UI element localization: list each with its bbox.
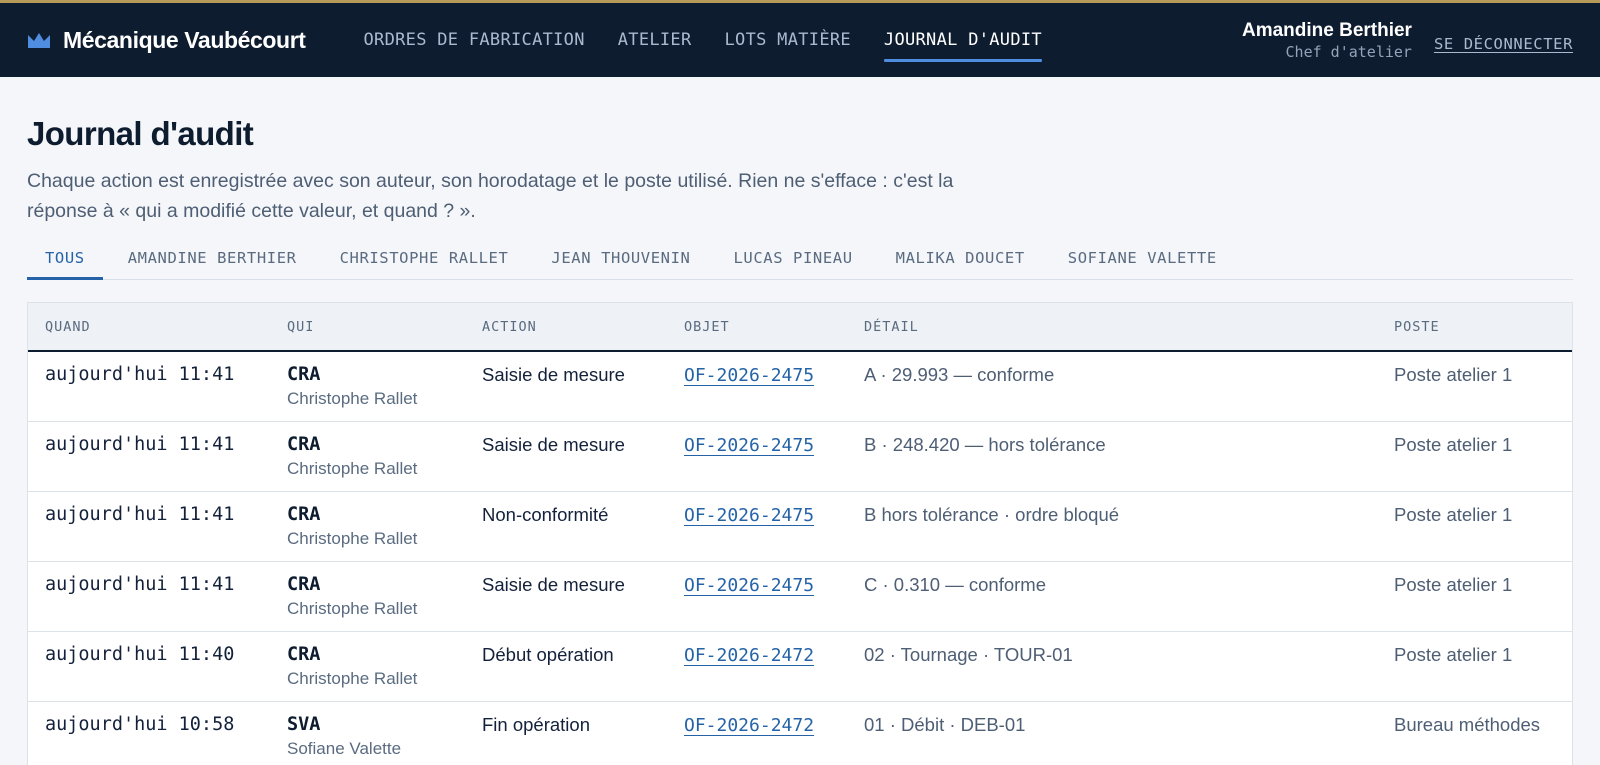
cell-action: Saisie de mesure — [465, 421, 667, 492]
tab-amandine-berthier[interactable]: AMANDINE BERTHIER — [110, 236, 315, 279]
nav-item-atelier[interactable]: ATELIER — [602, 3, 708, 77]
cell-object: OF-2026-2472 — [667, 631, 847, 702]
logout-link[interactable]: SE DÉCONNECTER — [1434, 35, 1573, 53]
cell-who: CRA Christophe Rallet — [270, 491, 465, 562]
object-link[interactable]: OF-2026-2475 — [684, 365, 814, 386]
tab-tous[interactable]: TOUS — [27, 236, 103, 280]
user-code: SVA — [287, 713, 321, 735]
col-header-post[interactable]: POSTE — [1377, 303, 1572, 352]
cell-detail: B hors tolérance · ordre bloqué — [847, 491, 1377, 562]
cell-detail: C · 0.310 — conforme — [847, 561, 1377, 632]
cell-who: CRA Christophe Rallet — [270, 631, 465, 702]
col-header-object[interactable]: OBJET — [667, 303, 847, 352]
col-header-who[interactable]: QUI — [270, 303, 465, 352]
nav-item-ordres-de-fabrication[interactable]: ORDRES DE FABRICATION — [348, 3, 601, 77]
cell-post: Bureau méthodes — [1394, 713, 1541, 735]
object-link[interactable]: OF-2026-2472 — [684, 715, 814, 736]
audit-table: QUAND QUI ACTION OBJET DÉTAIL POSTE aujo… — [28, 303, 1572, 765]
cell-post: Poste atelier 1 — [1377, 491, 1572, 562]
cell-action: Fin opération — [482, 713, 590, 735]
nav-item-journal-d-audit[interactable]: JOURNAL D'AUDIT — [868, 3, 1058, 77]
cell-who: SVA Sofiane Valette — [270, 701, 465, 765]
tab-malika-doucet[interactable]: MALIKA DOUCET — [878, 236, 1043, 279]
cell-when: aujourd'hui 11:40 — [28, 631, 270, 702]
cell-action: Non-conformité — [465, 491, 667, 562]
cell-who: CRA Christophe Rallet — [270, 561, 465, 632]
user-full-name: Christophe Rallet — [287, 598, 418, 618]
nav-item-lots-mati-re[interactable]: LOTS MATIÈRE — [709, 3, 867, 77]
cell-action: Début opération — [465, 631, 667, 702]
cell-action: Saisie de mesure — [465, 561, 667, 632]
user-full-name: Christophe Rallet — [287, 668, 418, 688]
cell-object: OF-2026-2475 — [667, 561, 847, 632]
cell-action: Saisie de mesure — [465, 351, 667, 422]
cell-post: Poste atelier 1 — [1377, 561, 1572, 632]
table-row: aujourd'hui 11:41 CRA Christophe Rallet Sai… — [28, 351, 1572, 422]
crown-icon — [27, 31, 51, 49]
table-row: aujourd'hui 11:40 CRA Christophe Rallet Déb… — [28, 631, 1572, 702]
cell-when: aujourd'hui 11:41 — [28, 421, 270, 492]
cell-object: OF-2026-2475 — [667, 421, 847, 492]
user-code: CRA — [287, 573, 321, 595]
user-area: Amandine Berthier Chef d'atelier SE DÉCO… — [1242, 3, 1573, 77]
top-navbar: Mécanique Vaubécourt ORDRES DE FABRICATI… — [0, 0, 1600, 77]
cell-post: Poste atelier 1 — [1377, 631, 1572, 702]
audit-table-container: QUAND QUI ACTION OBJET DÉTAIL POSTE aujo… — [27, 302, 1573, 765]
table-header-row: QUAND QUI ACTION OBJET DÉTAIL POSTE — [28, 303, 1572, 352]
user-info: Amandine Berthier Chef d'atelier — [1242, 20, 1412, 61]
cell-who: CRA Christophe Rallet — [270, 421, 465, 492]
user-full-name: Sofiane Valette — [287, 738, 402, 758]
user-code: CRA — [287, 364, 321, 385]
table-row: aujourd'hui 10:58 SVA Sofiane Valette Fin o… — [28, 701, 1572, 765]
user-full-name: Christophe Rallet — [287, 528, 418, 548]
main-content: Journal d'audit Chaque action est enregi… — [0, 77, 1600, 765]
cell-post: Poste atelier 1 — [1377, 351, 1572, 422]
user-full-name: Christophe Rallet — [287, 389, 418, 408]
brand[interactable]: Mécanique Vaubécourt — [27, 27, 306, 54]
main-nav: ORDRES DE FABRICATION ATELIER LOTS MATIÈRE… — [348, 3, 1059, 77]
cell-detail: 01 · Débit · DEB-01 — [864, 713, 1026, 735]
cell-object: OF-2026-2472 — [667, 701, 847, 765]
table-row: aujourd'hui 11:41 CRA Christophe Rallet Non… — [28, 491, 1572, 562]
user-name: Amandine Berthier — [1241, 19, 1412, 41]
object-link[interactable]: OF-2026-2472 — [684, 645, 814, 666]
user-role: Chef d'atelier — [1285, 42, 1412, 61]
object-link[interactable]: OF-2026-2475 — [684, 505, 814, 526]
user-filter-tabs: TOUS AMANDINE BERTHIER CHRISTOPHE RALLET JE… — [27, 236, 1573, 280]
cell-detail: 02 · Tournage · TOUR-01 — [847, 631, 1377, 702]
page-description: Chaque action est enregistrée avec son a… — [27, 170, 954, 222]
tab-christophe-rallet[interactable]: CHRISTOPHE RALLET — [322, 236, 527, 279]
user-code: CRA — [287, 433, 321, 455]
cell-who: CRA Christophe Rallet — [270, 351, 465, 422]
col-header-action[interactable]: ACTION — [465, 303, 667, 352]
user-code: CRA — [287, 643, 321, 665]
tab-jean-thouvenin[interactable]: JEAN THOUVENIN — [533, 236, 708, 279]
col-header-detail[interactable]: DÉTAIL — [847, 303, 1377, 352]
cell-detail: B · 248.420 — hors tolérance — [847, 421, 1377, 492]
tab-lucas-pineau[interactable]: LUCAS PINEAU — [715, 236, 870, 279]
tab-sofiane-valette[interactable]: SOFIANE VALETTE — [1050, 236, 1235, 279]
table-row: aujourd'hui 11:41 CRA Christophe Rallet Sai… — [28, 421, 1572, 492]
cell-object: OF-2026-2475 — [667, 351, 847, 422]
cell-when: aujourd'hui 11:41 — [28, 351, 270, 422]
object-link[interactable]: OF-2026-2475 — [684, 435, 814, 456]
cell-when: aujourd'hui 11:41 — [28, 561, 270, 632]
col-header-when[interactable]: QUAND — [28, 303, 270, 352]
user-full-name: Christophe Rallet — [287, 458, 418, 478]
cell-object: OF-2026-2475 — [667, 491, 847, 562]
cell-when: aujourd'hui 11:41 — [28, 491, 270, 562]
cell-detail: A · 29.993 — conforme — [847, 351, 1377, 422]
cell-when: aujourd'hui 10:58 — [45, 713, 235, 735]
object-link[interactable]: OF-2026-2475 — [684, 575, 814, 596]
page-title: Journal d'audit — [27, 115, 254, 152]
user-code: CRA — [287, 503, 321, 525]
cell-post: Poste atelier 1 — [1377, 421, 1572, 492]
brand-name: Mécanique Vaubécourt — [63, 26, 306, 53]
table-row: aujourd'hui 11:41 CRA Christophe Rallet Sai… — [28, 561, 1572, 632]
